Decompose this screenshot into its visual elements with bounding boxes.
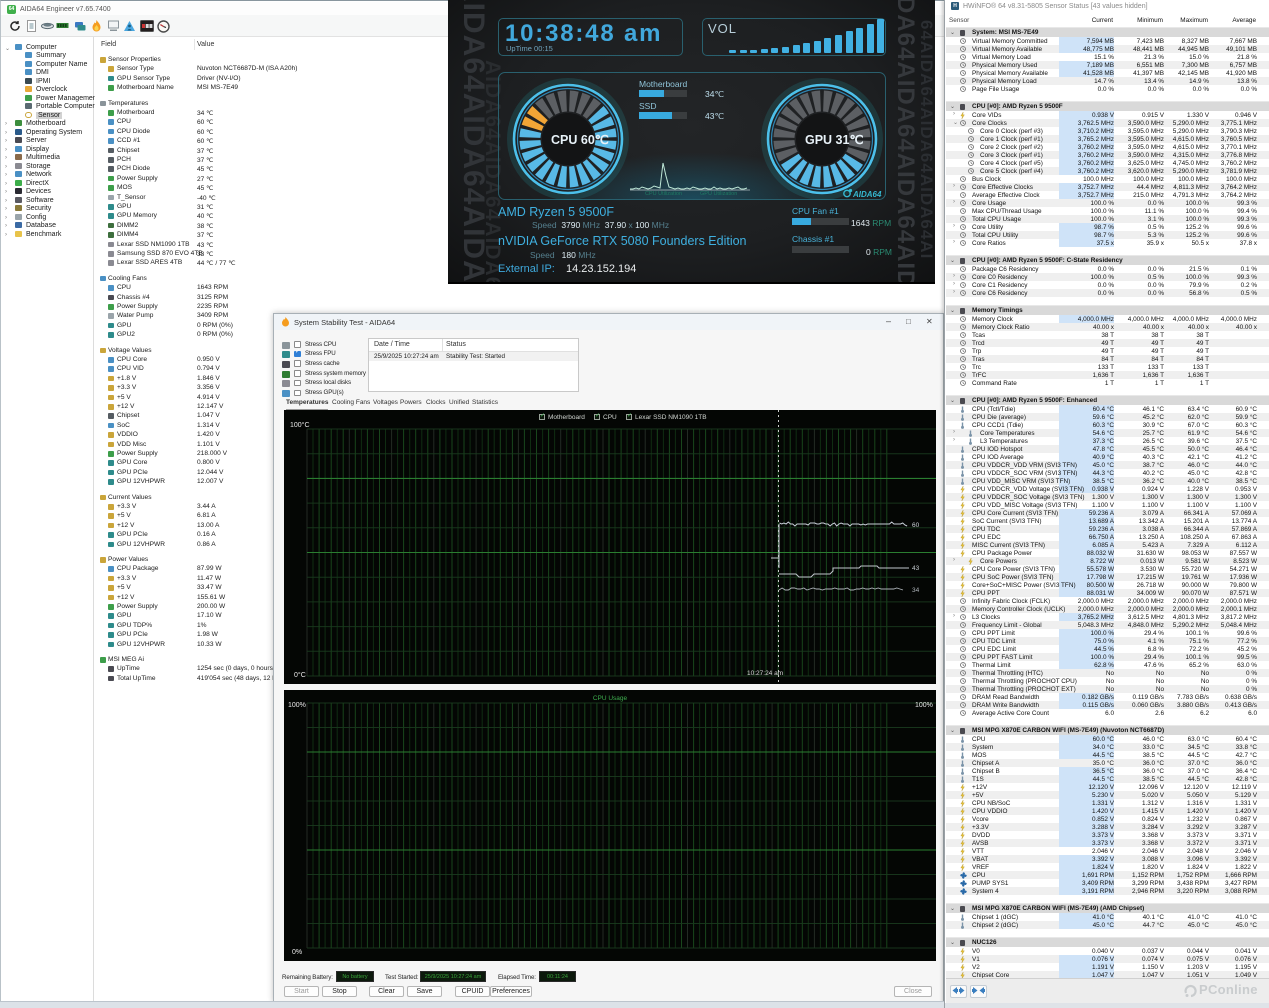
svg-text:60: 60 [912,522,920,529]
svg-text:100%: 100% [288,702,306,709]
svg-text:100°C: 100°C [290,421,310,429]
svg-text:CPU Usage: CPU Usage [593,695,628,702]
svg-text:0%: 0% [292,949,302,956]
svg-text:43: 43 [912,565,920,572]
svg-text:100%: 100% [915,702,933,709]
svg-text:34: 34 [912,587,920,594]
svg-text:0°C: 0°C [294,671,306,679]
svg-text:10:27:24 am: 10:27:24 am [747,670,783,677]
